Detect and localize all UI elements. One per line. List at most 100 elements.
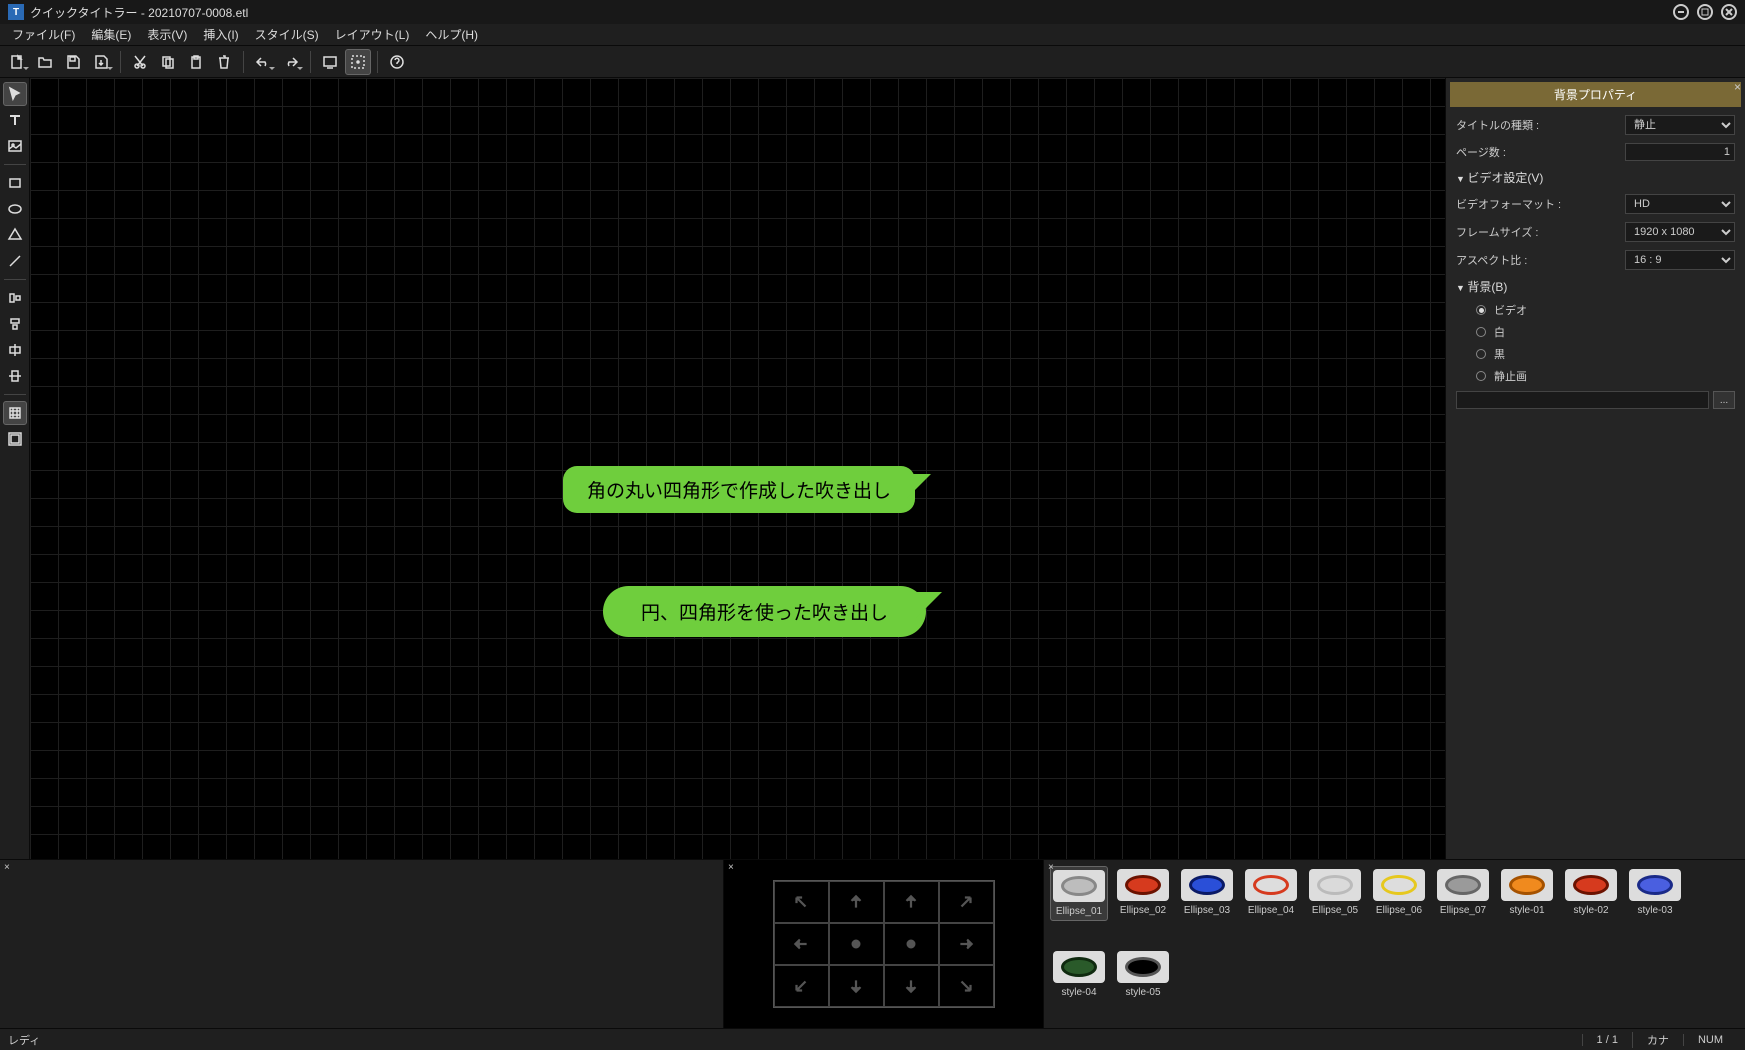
copy-button[interactable] bbox=[155, 49, 181, 75]
menu-item[interactable]: 編集(E) bbox=[83, 23, 139, 46]
video-format-select[interactable]: HD bbox=[1625, 194, 1735, 214]
style-tile[interactable]: Ellipse_02 bbox=[1114, 866, 1172, 919]
style-tile[interactable]: Ellipse_04 bbox=[1242, 866, 1300, 919]
align-n[interactable] bbox=[829, 881, 884, 923]
polygon-tool[interactable] bbox=[3, 223, 27, 247]
bg-image-path[interactable] bbox=[1456, 391, 1709, 409]
style-tile[interactable]: Ellipse_07 bbox=[1434, 866, 1492, 919]
align-v-tool[interactable] bbox=[3, 312, 27, 336]
center-v-tool[interactable] bbox=[3, 364, 27, 388]
export-button[interactable] bbox=[88, 49, 114, 75]
align-w[interactable] bbox=[774, 923, 829, 965]
title-type-label: タイトルの種類 : bbox=[1456, 117, 1625, 133]
style-tile[interactable]: Ellipse_01 bbox=[1050, 866, 1108, 921]
main-toolbar bbox=[0, 46, 1745, 78]
bottom-left-panel: × bbox=[0, 860, 724, 1028]
status-num: NUM bbox=[1683, 1034, 1737, 1046]
style-tile[interactable]: style-02 bbox=[1562, 866, 1620, 919]
undo-button[interactable] bbox=[250, 49, 276, 75]
align-n[interactable] bbox=[884, 881, 939, 923]
panel-header: 背景プロパティ bbox=[1450, 82, 1741, 107]
panel-close-icon[interactable]: × bbox=[1734, 80, 1741, 94]
align-c[interactable] bbox=[884, 923, 939, 965]
bubble1-text: 角の丸い四角形で作成した吹き出し bbox=[563, 466, 915, 513]
line-tool[interactable] bbox=[3, 249, 27, 273]
center-h-tool[interactable] bbox=[3, 338, 27, 362]
align-s[interactable] bbox=[829, 965, 884, 1007]
video-format-label: ビデオフォーマット : bbox=[1456, 196, 1625, 212]
minimize-button[interactable] bbox=[1673, 4, 1689, 20]
preview-button[interactable] bbox=[317, 49, 343, 75]
align-sw[interactable] bbox=[774, 965, 829, 1007]
menu-item[interactable]: 挿入(I) bbox=[195, 23, 246, 46]
align-se[interactable] bbox=[939, 965, 994, 1007]
bg-section-header[interactable]: 背景(B) bbox=[1446, 274, 1745, 299]
menu-item[interactable]: レイアウト(L) bbox=[327, 23, 418, 46]
panel-close-icon[interactable]: × bbox=[4, 862, 10, 873]
paste-button[interactable] bbox=[183, 49, 209, 75]
status-page: 1 / 1 bbox=[1582, 1034, 1632, 1046]
menu-item[interactable]: 表示(V) bbox=[139, 23, 195, 46]
panel-close-icon[interactable]: × bbox=[728, 862, 734, 873]
redo-button[interactable] bbox=[278, 49, 304, 75]
select-tool[interactable] bbox=[3, 82, 27, 106]
app-icon: T bbox=[8, 4, 24, 20]
bg-radio-option[interactable]: 黒 bbox=[1446, 343, 1745, 365]
maximize-button[interactable] bbox=[1697, 4, 1713, 20]
align-h-tool[interactable] bbox=[3, 286, 27, 310]
menu-item[interactable]: ファイル(F) bbox=[4, 23, 83, 46]
canvas-area[interactable]: 角の丸い四角形で作成した吹き出し 円、四角形を使った吹き出し bbox=[30, 78, 1445, 859]
close-button[interactable] bbox=[1721, 4, 1737, 20]
style-tile[interactable]: Ellipse_06 bbox=[1370, 866, 1428, 919]
bg-radio-option[interactable]: 白 bbox=[1446, 321, 1745, 343]
bubble2-text: 円、四角形を使った吹き出し bbox=[603, 586, 926, 637]
frame-size-label: フレームサイズ : bbox=[1456, 224, 1625, 240]
aspect-select[interactable]: 16 : 9 bbox=[1625, 250, 1735, 270]
status-ready: レディ bbox=[8, 1032, 40, 1048]
align-s[interactable] bbox=[884, 965, 939, 1007]
speech-bubble-2[interactable]: 円、四角形を使った吹き出し bbox=[603, 586, 926, 637]
style-tile[interactable]: Ellipse_05 bbox=[1306, 866, 1364, 919]
styles-panel: × Ellipse_01Ellipse_02Ellipse_03Ellipse_… bbox=[1044, 860, 1745, 1028]
delete-button[interactable] bbox=[211, 49, 237, 75]
menu-item[interactable]: ヘルプ(H) bbox=[417, 23, 486, 46]
frame-size-select[interactable]: 1920 x 1080 bbox=[1625, 222, 1735, 242]
menu-item[interactable]: スタイル(S) bbox=[247, 23, 327, 46]
page-count-input[interactable] bbox=[1625, 143, 1735, 161]
style-tile[interactable]: Ellipse_03 bbox=[1178, 866, 1236, 919]
bg-radio-option[interactable]: 静止画 bbox=[1446, 365, 1745, 387]
help-button[interactable] bbox=[384, 49, 410, 75]
title-type-select[interactable]: 静止 bbox=[1625, 115, 1735, 135]
alignment-panel: × bbox=[724, 860, 1044, 1028]
side-toolbar bbox=[0, 78, 30, 859]
style-tile[interactable]: style-04 bbox=[1050, 948, 1108, 1001]
align-c[interactable] bbox=[829, 923, 884, 965]
style-tile[interactable]: style-05 bbox=[1114, 948, 1172, 1001]
new-button[interactable] bbox=[4, 49, 30, 75]
cut-button[interactable] bbox=[127, 49, 153, 75]
status-bar: レディ 1 / 1 カナ NUM bbox=[0, 1028, 1745, 1050]
save-button[interactable] bbox=[60, 49, 86, 75]
text-tool[interactable] bbox=[3, 108, 27, 132]
bg-browse-button[interactable]: ... bbox=[1713, 391, 1735, 409]
open-button[interactable] bbox=[32, 49, 58, 75]
window-title: クイックタイトラー - 20210707-0008.etl bbox=[30, 4, 1673, 21]
grid-toggle[interactable] bbox=[3, 401, 27, 425]
panel-close-icon[interactable]: × bbox=[1048, 862, 1054, 873]
align-nw[interactable] bbox=[774, 881, 829, 923]
status-ime: カナ bbox=[1632, 1032, 1683, 1048]
aspect-label: アスペクト比 : bbox=[1456, 252, 1625, 268]
speech-bubble-1[interactable]: 角の丸い四角形で作成した吹き出し bbox=[563, 466, 915, 513]
ellipse-tool[interactable] bbox=[3, 197, 27, 221]
image-tool[interactable] bbox=[3, 134, 27, 158]
safe-area-button[interactable] bbox=[345, 49, 371, 75]
align-e[interactable] bbox=[939, 923, 994, 965]
rect-tool[interactable] bbox=[3, 171, 27, 195]
style-tile[interactable]: style-01 bbox=[1498, 866, 1556, 919]
page-count-label: ページ数 : bbox=[1456, 144, 1625, 160]
bg-radio-option[interactable]: ビデオ bbox=[1446, 299, 1745, 321]
video-section-header[interactable]: ビデオ設定(V) bbox=[1446, 165, 1745, 190]
align-ne[interactable] bbox=[939, 881, 994, 923]
safe-toggle[interactable] bbox=[3, 427, 27, 451]
style-tile[interactable]: style-03 bbox=[1626, 866, 1684, 919]
